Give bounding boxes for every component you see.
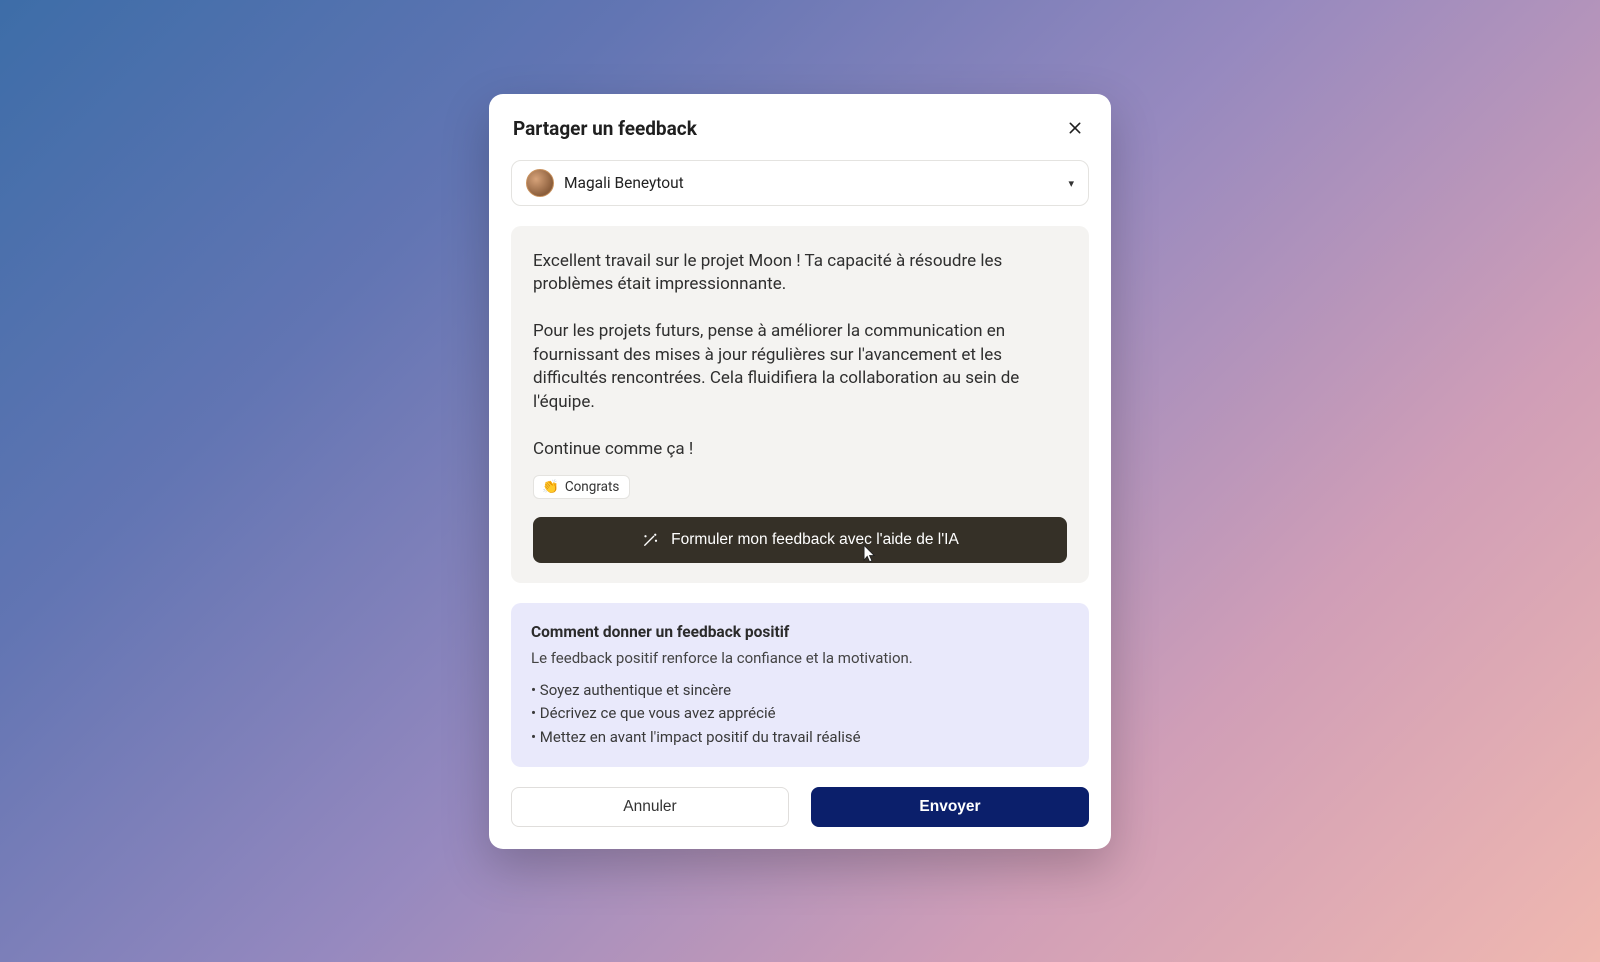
modal-title: Partager un feedback — [513, 117, 697, 140]
tag-label: Congrats — [565, 479, 620, 495]
tips-item: Soyez authentique et sincère — [531, 679, 1069, 702]
feedback-editor[interactable]: Excellent travail sur le projet Moon ! T… — [511, 226, 1089, 583]
ai-assist-button[interactable]: Formuler mon feedback avec l'aide de l'I… — [533, 517, 1067, 563]
close-icon — [1067, 120, 1083, 136]
submit-button[interactable]: Envoyer — [811, 787, 1089, 827]
feedback-text: Excellent travail sur le projet Moon ! T… — [533, 250, 1067, 461]
tips-item: Mettez en avant l'impact positif du trav… — [531, 726, 1069, 749]
tips-item: Décrivez ce que vous avez apprécié — [531, 702, 1069, 725]
avatar — [526, 169, 554, 197]
caret-down-icon: ▾ — [1068, 177, 1074, 190]
share-feedback-modal: Partager un feedback Magali Beneytout ▾ … — [489, 94, 1111, 849]
recipient-info: Magali Beneytout — [526, 169, 684, 197]
cancel-button[interactable]: Annuler — [511, 787, 789, 827]
modal-header: Partager un feedback — [511, 116, 1089, 140]
modal-footer: Annuler Envoyer — [511, 787, 1089, 827]
magic-wand-icon — [641, 531, 659, 549]
tag-chip[interactable]: 👏 Congrats — [533, 475, 630, 499]
recipient-selector[interactable]: Magali Beneytout ▾ — [511, 160, 1089, 206]
recipient-name: Magali Beneytout — [564, 174, 684, 192]
tips-list: Soyez authentique et sincère Décrivez ce… — [531, 679, 1069, 749]
tips-subtitle: Le feedback positif renforce la confianc… — [531, 649, 1069, 667]
ai-button-label: Formuler mon feedback avec l'aide de l'I… — [671, 531, 959, 549]
tips-title: Comment donner un feedback positif — [531, 623, 1069, 641]
clap-icon: 👏 — [542, 479, 559, 495]
close-button[interactable] — [1063, 116, 1087, 140]
tips-panel: Comment donner un feedback positif Le fe… — [511, 603, 1089, 767]
